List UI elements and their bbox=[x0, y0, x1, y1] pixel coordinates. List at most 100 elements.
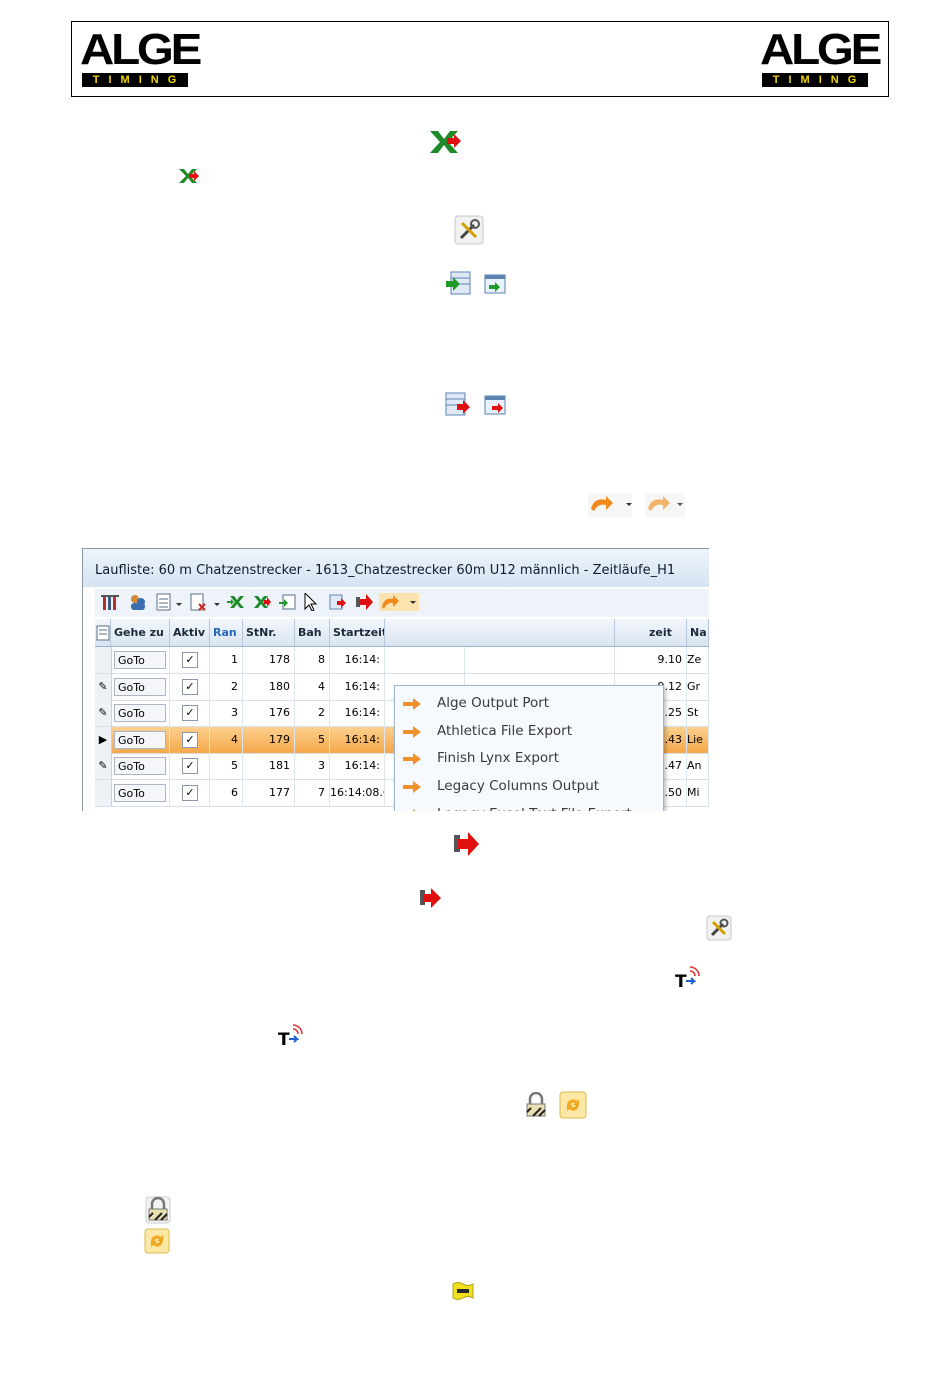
cell-bahn: 2 bbox=[295, 700, 330, 726]
cell-mid1 bbox=[385, 647, 465, 673]
arrow-right-icon bbox=[403, 781, 421, 794]
cell-aktiv: ✓ bbox=[170, 673, 210, 700]
aktiv-checkbox[interactable]: ✓ bbox=[182, 705, 198, 721]
export-table-icon bbox=[445, 392, 470, 416]
menu-item[interactable]: Alge Output Port bbox=[395, 690, 663, 717]
row-marker[interactable]: ✎ bbox=[95, 753, 112, 779]
menu-item[interactable]: Finish Lynx Export bbox=[395, 745, 663, 772]
row-marker[interactable]: ✎ bbox=[95, 700, 112, 726]
row-marker[interactable]: ✎ bbox=[95, 673, 112, 700]
goto-button[interactable]: GoTo bbox=[114, 677, 166, 696]
logo-word: ALGE bbox=[80, 25, 202, 74]
goto-button[interactable]: GoTo bbox=[114, 730, 166, 749]
aktiv-checkbox[interactable]: ✓ bbox=[182, 784, 198, 801]
import-check-icon[interactable] bbox=[279, 593, 297, 611]
cell-stnr: 180 bbox=[243, 673, 295, 700]
output-dropdown-icon bbox=[588, 493, 632, 517]
cell-startzeit: 16:14: bbox=[330, 647, 385, 673]
output-dropdown-icon[interactable] bbox=[379, 593, 419, 611]
cell-rang: 6 bbox=[210, 779, 243, 806]
column-settings-icon[interactable] bbox=[101, 593, 119, 611]
aktiv-checkbox[interactable]: ✓ bbox=[182, 758, 198, 774]
export-table-icon[interactable] bbox=[329, 593, 347, 611]
cell-name: Gr bbox=[687, 673, 709, 700]
chevron-down-icon[interactable] bbox=[175, 593, 183, 611]
cell-startzeit: 16:14: bbox=[330, 753, 385, 779]
flag-logo-icon bbox=[452, 1282, 474, 1300]
col-header-hidden[interactable] bbox=[385, 619, 615, 647]
chevron-down-icon[interactable] bbox=[213, 593, 221, 611]
goto-button[interactable]: GoTo bbox=[114, 757, 166, 775]
cell-aktiv: ✓ bbox=[170, 779, 210, 806]
col-header-bahn[interactable]: Bah bbox=[295, 619, 330, 647]
transponder-icon: T bbox=[675, 966, 700, 991]
red-export-arrow-icon[interactable] bbox=[355, 593, 373, 611]
app-screenshot: Laufliste: 60 m Chatzenstrecker - 1613_C… bbox=[82, 548, 709, 811]
cell-stnr: 181 bbox=[243, 753, 295, 779]
col-header-goto[interactable]: Gehe zu bbox=[111, 619, 170, 647]
cell-goto: GoTo bbox=[111, 726, 170, 753]
cell-zeit: 9.10 bbox=[615, 647, 687, 673]
col-header-zeit[interactable]: zeit bbox=[615, 619, 687, 647]
logo-subtitle: TIMING bbox=[82, 73, 188, 87]
cell-goto: GoTo bbox=[111, 673, 170, 700]
alge-logo-right: ALGE TIMING bbox=[760, 28, 882, 90]
col-header-name[interactable]: Na bbox=[687, 619, 709, 647]
cell-stnr: 176 bbox=[243, 700, 295, 726]
cell-stnr: 178 bbox=[243, 647, 295, 673]
excel-import-icon[interactable] bbox=[227, 593, 245, 611]
menu-item-label: Finish Lynx Export bbox=[437, 750, 560, 767]
excel-export-small-icon bbox=[179, 169, 199, 183]
cell-name: St bbox=[687, 700, 709, 726]
aktiv-checkbox[interactable]: ✓ bbox=[182, 678, 198, 695]
table-row[interactable]: GoTo ✓ 1 178 8 16:14: 9.10 Ze bbox=[95, 647, 709, 674]
goto-button[interactable]: GoTo bbox=[114, 704, 166, 722]
menu-item[interactable]: Legacy Excel Text File Export bbox=[395, 801, 663, 811]
cell-name: Lie bbox=[687, 726, 709, 753]
arrow-right-icon bbox=[403, 698, 421, 710]
aktiv-checkbox[interactable]: ✓ bbox=[182, 652, 198, 668]
col-header-startzeit[interactable]: Startzeit bbox=[330, 619, 385, 647]
cell-rang: 1 bbox=[210, 647, 243, 673]
aktiv-checkbox[interactable]: ✓ bbox=[182, 731, 198, 748]
settings-tools-icon bbox=[454, 215, 484, 245]
cell-rang: 3 bbox=[210, 700, 243, 726]
row-marker[interactable]: ▶ bbox=[95, 726, 112, 753]
cell-name: Ze bbox=[687, 647, 709, 673]
menu-item-label: Legacy Columns Output bbox=[437, 778, 600, 795]
red-export-arrow-icon bbox=[454, 832, 479, 856]
menu-item-label: Legacy Excel Text File Export bbox=[437, 806, 632, 811]
cell-aktiv: ✓ bbox=[170, 700, 210, 726]
row-marker[interactable] bbox=[95, 647, 112, 673]
cell-startzeit: 16:14: bbox=[330, 673, 385, 700]
menu-item[interactable]: Athletica File Export bbox=[395, 718, 663, 745]
arrow-right-icon bbox=[403, 753, 421, 766]
grid-corner-icon[interactable] bbox=[95, 619, 111, 647]
mouse-cursor-icon bbox=[304, 593, 317, 611]
goto-button[interactable]: GoTo bbox=[114, 783, 166, 802]
menu-item[interactable]: Legacy Columns Output bbox=[395, 773, 663, 800]
excel-export-icon[interactable] bbox=[253, 593, 271, 611]
cell-goto: GoTo bbox=[111, 779, 170, 806]
col-header-aktiv[interactable]: Aktiv bbox=[170, 619, 210, 647]
arrow-right-icon bbox=[413, 808, 416, 811]
transponder-small-icon: T bbox=[278, 1024, 303, 1049]
import-table-small-icon bbox=[484, 274, 506, 294]
alge-logo-left: ALGE TIMING bbox=[80, 28, 202, 90]
output-dropdown-disabled-icon bbox=[645, 493, 685, 517]
users-icon[interactable] bbox=[129, 593, 147, 611]
logo-word: ALGE bbox=[760, 25, 882, 74]
col-header-rang[interactable]: Ran bbox=[210, 619, 243, 647]
cell-bahn: 8 bbox=[295, 647, 330, 673]
delete-list-icon[interactable] bbox=[189, 593, 207, 611]
cell-goto: GoTo bbox=[111, 753, 170, 779]
cell-startzeit: 16:14: bbox=[330, 726, 385, 753]
page-header: ALGE TIMING ALGE TIMING bbox=[71, 21, 889, 97]
cell-name: An bbox=[687, 753, 709, 779]
row-marker[interactable] bbox=[95, 779, 112, 806]
output-dropdown-menu: Alge Output Port Athletica File Export Fin… bbox=[394, 685, 664, 811]
col-header-stnr[interactable]: StNr. bbox=[243, 619, 295, 647]
list-icon[interactable] bbox=[155, 593, 173, 611]
red-export-arrow-small-icon bbox=[420, 888, 441, 908]
goto-button[interactable]: GoTo bbox=[114, 651, 166, 669]
